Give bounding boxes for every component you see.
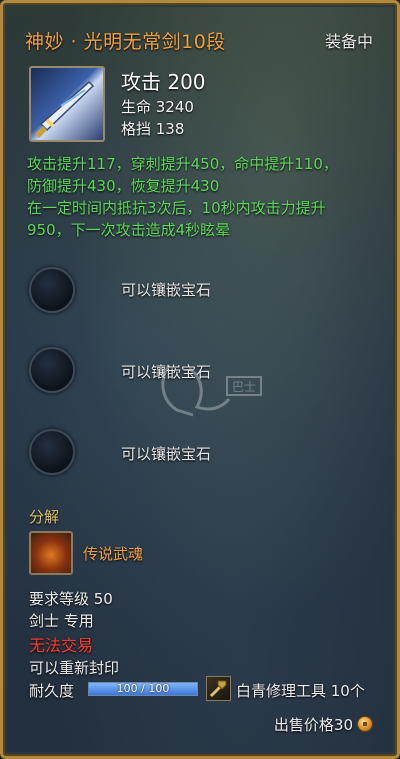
watermark-logo-icon: 巴士 [161, 364, 262, 417]
bonus-line: 在一定时间内抵抗3次后，10秒内攻击力提升 [27, 199, 326, 217]
durability-label: 耐久度 [29, 682, 75, 700]
trade-restriction: 无法交易 [29, 636, 94, 655]
durability-bar: 100 / 100 [88, 682, 198, 696]
martial-soul-icon[interactable] [29, 531, 73, 575]
watermark-text: 巴士 [232, 380, 256, 394]
item-name: 神妙 · 光明无常剑10段 [25, 31, 226, 53]
bonus-line: 950，下一次攻击造成4秒眩晕 [27, 221, 231, 239]
gem-socket-label: 可以镶嵌宝石 [121, 281, 212, 299]
copper-coin-icon [357, 716, 373, 732]
attack-stat: 攻击 200 [121, 70, 206, 94]
hp-stat: 生命 3240 [121, 98, 194, 116]
sell-price: 出售价格30 [273, 716, 353, 734]
bonus-line: 攻击提升117，穿刺提升450，命中提升110， [27, 155, 338, 173]
equip-state-label: 装备中 [324, 32, 373, 51]
item-tooltip: 神妙 · 光明无常剑10段 装备中 攻击 200 生命 3240 格挡 138 … [0, 0, 400, 759]
reseal-info: 可以重新封印 [29, 659, 120, 677]
gem-socket-icon[interactable] [29, 429, 75, 475]
dismantle-label: 分解 [29, 508, 60, 526]
class-requirement: 剑士 专用 [29, 612, 94, 630]
durability-value: 100 / 100 [116, 682, 170, 695]
gem-socket-icon[interactable] [29, 267, 75, 313]
dismantle-result: 传说武魂 [83, 545, 144, 563]
block-stat: 格挡 138 [121, 120, 185, 138]
bonus-line: 防御提升430，恢复提升430 [27, 177, 220, 195]
repair-tool-count: 白青修理工具 10个 [236, 682, 365, 700]
repair-tool-icon[interactable] [206, 676, 231, 701]
gem-socket-label: 可以镶嵌宝石 [121, 445, 212, 463]
sword-icon[interactable] [29, 66, 105, 142]
gem-socket-icon[interactable] [29, 347, 75, 393]
level-requirement: 要求等级 50 [29, 590, 113, 608]
